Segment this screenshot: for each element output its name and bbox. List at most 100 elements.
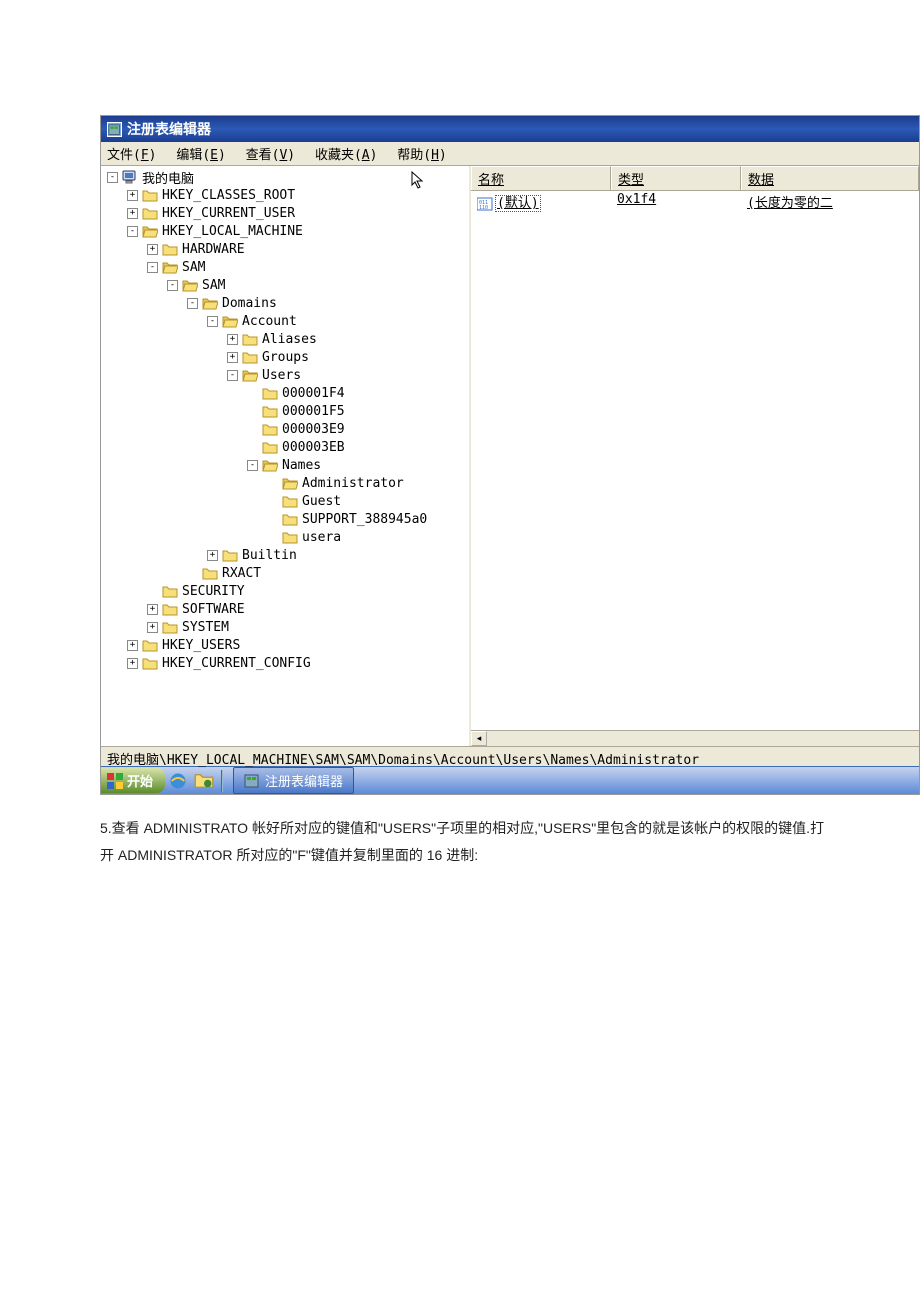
folder-icon bbox=[142, 188, 158, 202]
folder-icon bbox=[162, 584, 178, 598]
tree-support[interactable]: SUPPORT_388945a0 bbox=[101, 510, 469, 528]
tree-hkcu[interactable]: +HKEY_CURRENT_USER bbox=[101, 204, 469, 222]
tree-builtin[interactable]: +Builtin bbox=[101, 546, 469, 564]
expand-icon[interactable]: + bbox=[127, 208, 138, 219]
statusbar: 我的电脑\HKEY_LOCAL_MACHINE\SAM\SAM\Domains\… bbox=[101, 746, 919, 766]
folder-icon bbox=[262, 386, 278, 400]
folder-icon bbox=[282, 494, 298, 508]
tree-users[interactable]: -Users bbox=[101, 366, 469, 384]
folder-open-icon bbox=[182, 278, 198, 292]
binary-value-icon bbox=[477, 197, 493, 211]
tree-sam[interactable]: -SAM bbox=[101, 258, 469, 276]
menu-file[interactable]: 文件(F) bbox=[107, 148, 156, 163]
folder-icon bbox=[282, 530, 298, 544]
collapse-icon[interactable]: - bbox=[247, 460, 258, 471]
collapse-icon[interactable]: - bbox=[107, 172, 118, 183]
tree-administrator[interactable]: Administrator bbox=[101, 474, 469, 492]
value-type: 0x1f4 bbox=[611, 192, 741, 211]
folder-open-icon bbox=[162, 260, 178, 274]
tree-domains[interactable]: -Domains bbox=[101, 294, 469, 312]
tree-user-3e9[interactable]: 000003E9 bbox=[101, 420, 469, 438]
folder-open-icon bbox=[242, 368, 258, 382]
collapse-icon[interactable]: - bbox=[207, 316, 218, 327]
tree-hkcr[interactable]: +HKEY_CLASSES_ROOT bbox=[101, 186, 469, 204]
tree-user-1f4[interactable]: 000001F4 bbox=[101, 384, 469, 402]
tree-groups[interactable]: +Groups bbox=[101, 348, 469, 366]
folder-icon bbox=[262, 422, 278, 436]
start-button[interactable]: 开始 bbox=[101, 768, 165, 793]
tree-hardware[interactable]: +HARDWARE bbox=[101, 240, 469, 258]
menu-favorites[interactable]: 收藏夹(A) bbox=[315, 148, 377, 163]
expand-icon[interactable]: + bbox=[147, 604, 158, 615]
collapse-icon[interactable]: - bbox=[147, 262, 158, 273]
expand-icon[interactable]: + bbox=[227, 334, 238, 345]
folder-open-icon bbox=[262, 458, 278, 472]
tree-hkcc[interactable]: +HKEY_CURRENT_CONFIG bbox=[101, 654, 469, 672]
tree-guest[interactable]: Guest bbox=[101, 492, 469, 510]
value-row-default[interactable]: (默认) 0x1f4 (长度为零的二 bbox=[471, 191, 919, 212]
collapse-icon[interactable]: - bbox=[227, 370, 238, 381]
tree-hku[interactable]: +HKEY_USERS bbox=[101, 636, 469, 654]
folder-icon bbox=[162, 620, 178, 634]
regedit-icon bbox=[244, 774, 260, 788]
app-icon bbox=[107, 122, 122, 137]
caption-text: 5.查看 ADMINISTRATO 帐好所对应的键值和"USERS"子项里的相对… bbox=[100, 815, 860, 868]
tree-account[interactable]: -Account bbox=[101, 312, 469, 330]
folder-icon bbox=[162, 242, 178, 256]
expand-icon[interactable]: + bbox=[227, 352, 238, 363]
expand-icon[interactable]: + bbox=[147, 622, 158, 633]
menu-edit[interactable]: 编辑(E) bbox=[176, 148, 225, 163]
scroll-left-icon[interactable]: ◂ bbox=[471, 731, 487, 746]
tree-names[interactable]: -Names bbox=[101, 456, 469, 474]
tree-system[interactable]: +SYSTEM bbox=[101, 618, 469, 636]
content-area: -我的电脑 +HKEY_CLASSES_ROOT +HKEY_CURRENT_U… bbox=[101, 166, 919, 746]
tree-user-1f5[interactable]: 000001F5 bbox=[101, 402, 469, 420]
tree-sam-sam[interactable]: -SAM bbox=[101, 276, 469, 294]
menu-help[interactable]: 帮助(H) bbox=[397, 148, 446, 163]
folder-icon bbox=[162, 602, 178, 616]
tree-aliases[interactable]: +Aliases bbox=[101, 330, 469, 348]
expand-icon[interactable]: + bbox=[127, 658, 138, 669]
folder-icon bbox=[202, 566, 218, 580]
tree-root[interactable]: -我的电脑 bbox=[101, 168, 469, 186]
expand-icon[interactable]: + bbox=[127, 640, 138, 651]
ie-icon[interactable] bbox=[168, 771, 188, 791]
col-data[interactable]: 数据 bbox=[741, 166, 919, 190]
folder-icon bbox=[142, 638, 158, 652]
col-name[interactable]: 名称 bbox=[471, 166, 611, 190]
tree-user-3eb[interactable]: 000003EB bbox=[101, 438, 469, 456]
status-path: 我的电脑\HKEY_LOCAL_MACHINE\SAM\SAM\Domains\… bbox=[107, 753, 699, 768]
horizontal-scrollbar[interactable]: ◂ bbox=[471, 730, 919, 746]
list-pane[interactable]: 名称 类型 数据 (默认) 0x1f4 (长度为零的二 ◂ bbox=[471, 166, 919, 746]
windows-logo-icon bbox=[107, 773, 123, 789]
collapse-icon[interactable]: - bbox=[187, 298, 198, 309]
tree-usera[interactable]: usera bbox=[101, 528, 469, 546]
tree-rxact[interactable]: RXACT bbox=[101, 564, 469, 582]
explorer-icon[interactable] bbox=[194, 771, 214, 791]
tree-software[interactable]: +SOFTWARE bbox=[101, 600, 469, 618]
value-data: (长度为零的二 bbox=[741, 192, 919, 211]
collapse-icon[interactable]: - bbox=[167, 280, 178, 291]
folder-icon bbox=[242, 350, 258, 364]
tree-hklm[interactable]: -HKEY_LOCAL_MACHINE bbox=[101, 222, 469, 240]
titlebar[interactable]: 注册表编辑器 bbox=[101, 116, 919, 142]
window-title: 注册表编辑器 bbox=[127, 119, 211, 139]
menu-view[interactable]: 查看(V) bbox=[246, 148, 295, 163]
value-name: (默认) bbox=[495, 195, 541, 212]
folder-open-icon bbox=[202, 296, 218, 310]
folder-icon bbox=[242, 332, 258, 346]
menubar: 文件(F) 编辑(E) 查看(V) 收藏夹(A) 帮助(H) bbox=[101, 142, 919, 166]
col-type[interactable]: 类型 bbox=[611, 166, 741, 190]
registry-editor-window: 注册表编辑器 文件(F) 编辑(E) 查看(V) 收藏夹(A) 帮助(H) -我… bbox=[100, 115, 920, 795]
tree-pane[interactable]: -我的电脑 +HKEY_CLASSES_ROOT +HKEY_CURRENT_U… bbox=[101, 166, 471, 746]
expand-icon[interactable]: + bbox=[127, 190, 138, 201]
expand-icon[interactable]: + bbox=[207, 550, 218, 561]
expand-icon[interactable]: + bbox=[147, 244, 158, 255]
tree-security[interactable]: SECURITY bbox=[101, 582, 469, 600]
taskbar: 开始 注册表编辑器 bbox=[101, 766, 919, 794]
folder-open-icon bbox=[222, 314, 238, 328]
collapse-icon[interactable]: - bbox=[127, 226, 138, 237]
taskbar-regedit-button[interactable]: 注册表编辑器 bbox=[233, 767, 354, 794]
folder-icon bbox=[222, 548, 238, 562]
folder-open-icon bbox=[142, 224, 158, 238]
